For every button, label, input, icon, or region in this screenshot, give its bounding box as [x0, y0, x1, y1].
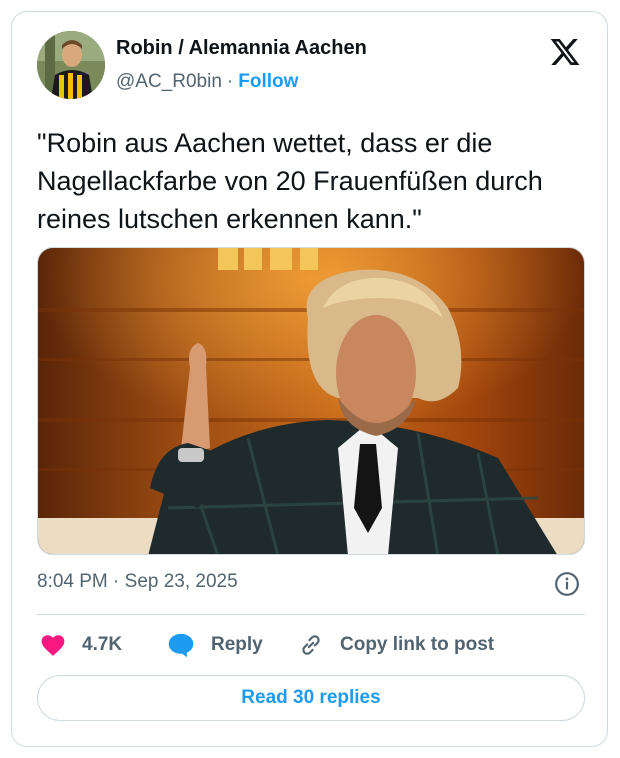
like-button[interactable]: 4.7K — [40, 630, 122, 660]
divider — [37, 614, 585, 615]
author-name[interactable]: Robin / Alemannia Aachen — [116, 37, 367, 60]
post-image[interactable] — [37, 247, 585, 555]
post-text: "Robin aus Aachen wettet, dass er die Na… — [37, 128, 543, 234]
reply-label: Reply — [211, 634, 263, 655]
embedded-post-card: Robin / Alemannia Aachen @AC_R0bin · Follo… — [11, 11, 608, 747]
info-icon[interactable] — [554, 571, 580, 597]
author-handle[interactable]: @AC_R0bin — [116, 71, 222, 92]
copy-link-button[interactable]: Copy link to post — [298, 630, 494, 660]
x-logo-icon[interactable] — [548, 36, 582, 68]
link-icon — [302, 635, 320, 655]
post-timestamp[interactable]: 8:04 PM · Sep 23, 2025 — [37, 571, 238, 593]
read-replies-button[interactable]: Read 30 replies — [37, 675, 585, 721]
author-meta: @AC_R0bin · Follow — [116, 71, 298, 93]
reply-button[interactable]: Reply — [167, 630, 263, 660]
copy-link-label: Copy link to post — [340, 634, 495, 655]
avatar[interactable] — [37, 31, 105, 99]
separator-dot: · — [226, 71, 234, 92]
photo-tv-host — [38, 248, 584, 554]
follow-button[interactable]: Follow — [238, 71, 298, 92]
heart-icon — [41, 635, 65, 656]
avatar-image — [37, 31, 105, 99]
like-count: 4.7K — [82, 634, 123, 655]
speech-bubble-icon — [168, 633, 194, 658]
